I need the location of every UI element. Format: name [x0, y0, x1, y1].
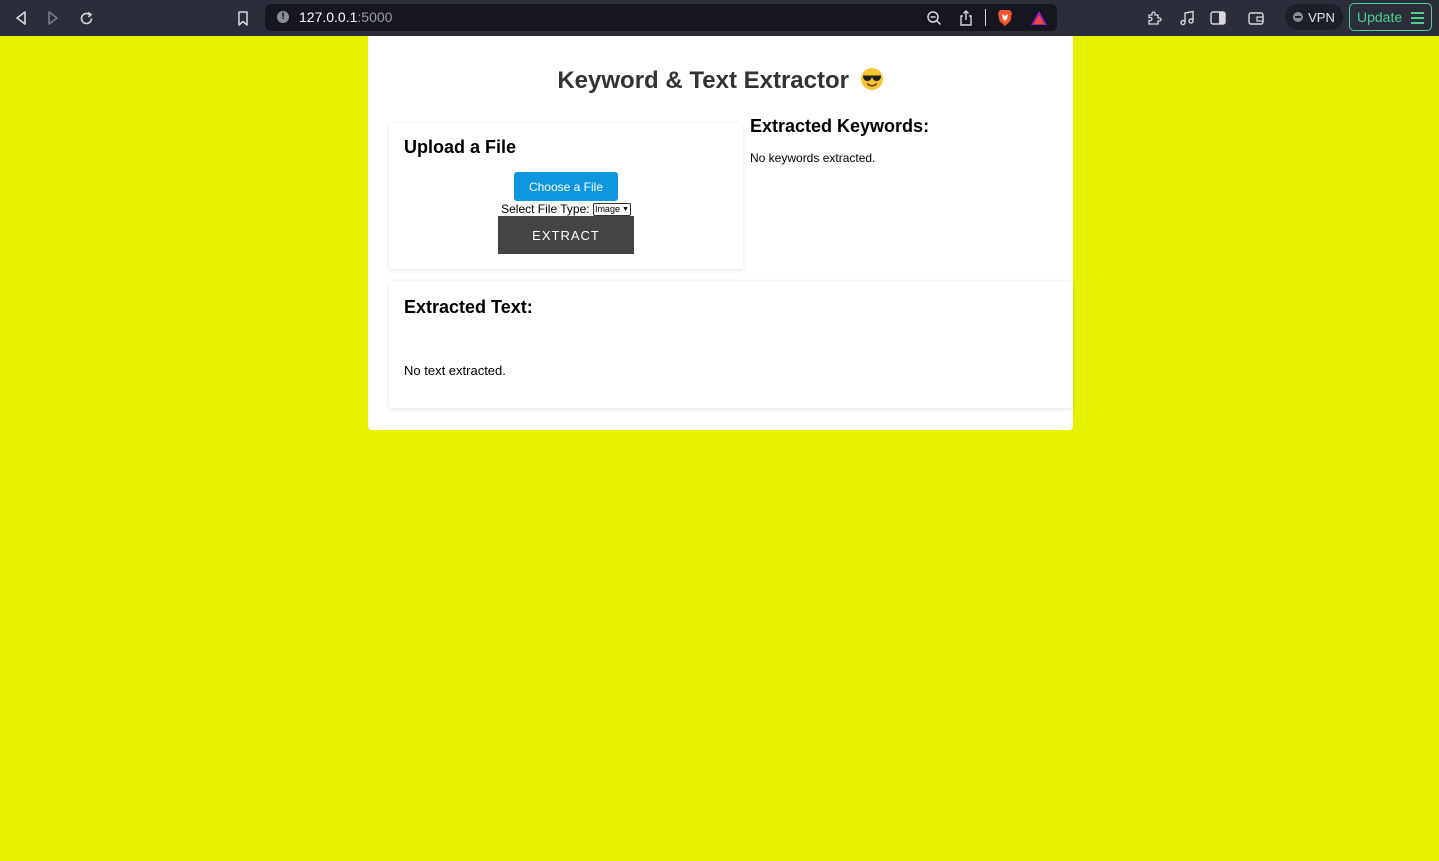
- extract-button[interactable]: EXTRACT: [498, 216, 634, 254]
- url-text[interactable]: 127.0.0.1:5000: [299, 9, 392, 25]
- forward-icon[interactable]: [43, 8, 63, 28]
- site-info-icon[interactable]: !: [277, 11, 289, 23]
- file-type-select[interactable]: Image ▼: [592, 203, 631, 217]
- file-type-label: Select File Type:: [501, 202, 590, 216]
- keywords-empty-text: No keywords extracted.: [750, 151, 876, 165]
- vpn-label: VPN: [1308, 9, 1335, 25]
- reload-icon[interactable]: [76, 8, 96, 28]
- upload-card: Upload a File Choose a File Select File …: [389, 123, 743, 269]
- extracted-text-card: Extracted Text: No text extracted.: [389, 281, 1073, 408]
- back-icon[interactable]: [11, 8, 31, 28]
- chevron-down-icon: ▼: [621, 206, 629, 214]
- wallet-icon[interactable]: [1246, 8, 1266, 28]
- address-bar-divider: [985, 9, 986, 26]
- upload-heading: Upload a File: [404, 137, 517, 157]
- browser-toolbar: ! 127.0.0.1:5000 VPN Update: [0, 0, 1439, 36]
- file-type-value: Image: [594, 204, 620, 215]
- share-icon[interactable]: [956, 8, 976, 28]
- media-icon[interactable]: [1177, 8, 1197, 28]
- sidebar-icon[interactable]: [1208, 8, 1228, 28]
- menu-icon: [1411, 12, 1424, 27]
- smiling-face-with-sunglasses-icon: [860, 67, 884, 91]
- vpn-button[interactable]: VPN: [1285, 4, 1343, 30]
- extracted-text-empty: No text extracted.: [404, 363, 506, 378]
- keywords-heading: Extracted Keywords:: [750, 116, 930, 136]
- file-type-row: Select File Type: Image ▼: [389, 202, 743, 217]
- brave-rewards-icon[interactable]: [1029, 8, 1049, 28]
- page-title: Keyword & Text Extractor: [368, 67, 1073, 95]
- bookmark-icon[interactable]: [233, 8, 253, 28]
- main-container: Keyword & Text Extractor Upload a File C…: [368, 36, 1073, 430]
- update-button[interactable]: Update: [1349, 3, 1432, 31]
- choose-file-button[interactable]: Choose a File: [514, 172, 618, 201]
- extracted-text-heading: Extracted Text:: [404, 297, 533, 317]
- brave-shields-icon[interactable]: [995, 8, 1015, 28]
- update-label: Update: [1357, 9, 1403, 25]
- vpn-icon: [1293, 12, 1304, 22]
- extensions-icon[interactable]: [1144, 8, 1164, 28]
- zoom-icon[interactable]: [924, 8, 944, 28]
- page-title-text: Keyword & Text Extractor: [557, 67, 849, 94]
